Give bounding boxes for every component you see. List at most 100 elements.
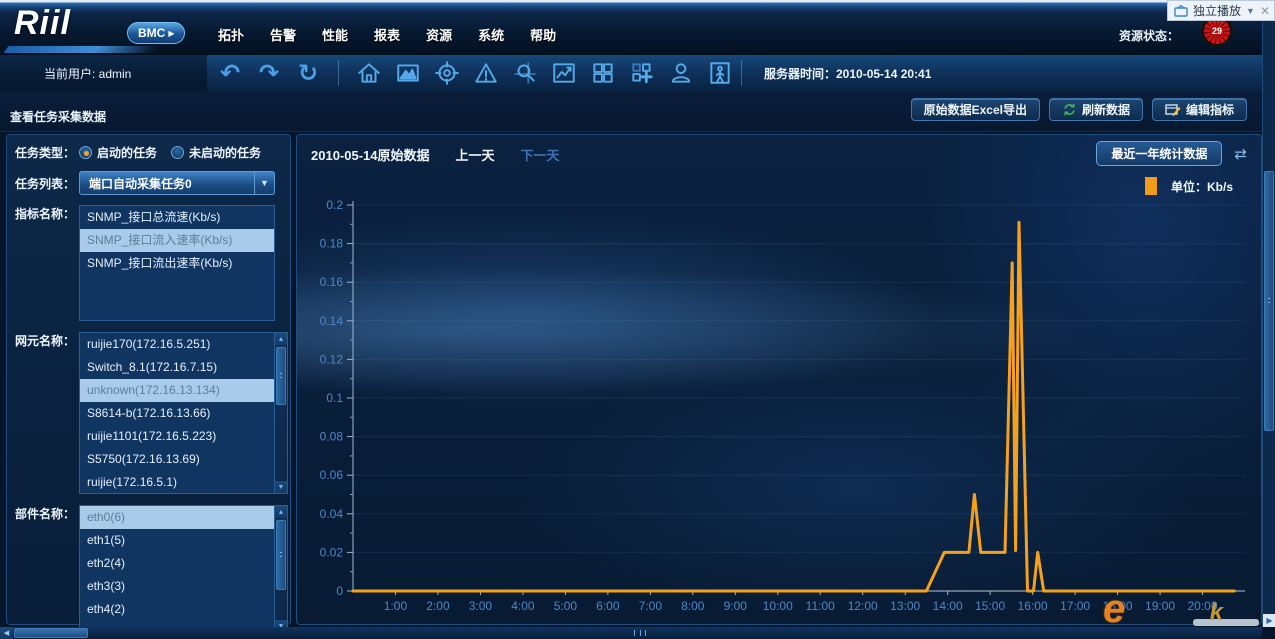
player-caret-icon[interactable]: ▼ xyxy=(1246,6,1255,16)
metric-listbox: SNMP_接口总流速(Kb/s)SNMP_接口流入速率(Kb/s)SNMP_接口… xyxy=(80,206,274,320)
list-item[interactable]: eth3(3) xyxy=(80,575,274,598)
list-item[interactable]: eth4(2) xyxy=(80,598,274,621)
user-icon[interactable] xyxy=(666,59,696,87)
edit-icon xyxy=(1165,103,1181,117)
header: Riil BMC ▶ 拓扑告警性能报表资源系统帮助 资源状态： 29 xyxy=(0,12,1275,55)
element-list-scrollbar: ▲ ▼ xyxy=(274,333,287,493)
scrollbar-thumb[interactable] xyxy=(1264,171,1274,431)
svg-text:0: 0 xyxy=(336,584,343,598)
scroll-left-icon[interactable]: ◀ xyxy=(0,627,13,639)
task-list-dropdown[interactable]: 端口自动采集任务0 ▼ xyxy=(79,171,275,195)
edit-metric-button[interactable]: 编辑指标 xyxy=(1152,98,1247,121)
svg-text:16:00: 16:00 xyxy=(1018,599,1048,613)
alarm-icon[interactable] xyxy=(471,59,501,87)
scroll-up-icon[interactable]: ▲ xyxy=(275,506,287,518)
scroll-up-icon[interactable]: ▲ xyxy=(275,333,287,345)
player-label: 独立播放 xyxy=(1193,2,1241,19)
list-item[interactable]: eth0(6) xyxy=(80,506,274,529)
export-excel-button[interactable]: 原始数据Excel导出 xyxy=(911,98,1040,121)
logo-swoosh xyxy=(4,46,159,53)
element-listbox: ruijie170(172.16.5.251)Switch_8.1(172.16… xyxy=(80,333,274,493)
svg-text:13:00: 13:00 xyxy=(890,599,920,613)
list-item[interactable]: eth2(4) xyxy=(80,552,274,575)
radio-started-tasks[interactable]: 启动的任务 xyxy=(79,144,157,161)
chart-panel: 2010-05-14原始数据 上一天 下一天 最近一年统计数据 ⇄ 单位：Kb/… xyxy=(296,134,1262,625)
refresh-data-button[interactable]: 刷新数据 xyxy=(1049,98,1143,121)
svg-text:17:00: 17:00 xyxy=(1060,599,1090,613)
menu-item-5[interactable]: 资源 xyxy=(426,25,452,44)
menu-item-1[interactable]: 拓扑 xyxy=(218,25,244,44)
target-icon[interactable] xyxy=(432,59,462,87)
list-item[interactable]: SNMP_接口流入速率(Kb/s) xyxy=(80,229,274,252)
exit-icon[interactable] xyxy=(705,59,735,87)
main-menu: 拓扑 告警 性能 报表 资源 系统 帮助 xyxy=(218,25,556,44)
chart-title: 2010-05-14原始数据 xyxy=(311,145,430,164)
floating-player[interactable]: 独立播放 ▼ ✕ xyxy=(1167,0,1275,21)
svg-text:0.06: 0.06 xyxy=(320,468,344,482)
component-label: 部件名称： xyxy=(15,505,79,522)
svg-text:0.16: 0.16 xyxy=(320,275,344,289)
next-day-link[interactable]: 下一天 xyxy=(521,145,560,164)
menu-item-6[interactable]: 系统 xyxy=(478,25,504,44)
horizontal-scrollbar[interactable]: ◀ xyxy=(0,627,1262,639)
svg-text:0.2: 0.2 xyxy=(326,198,343,212)
scrollbar-thumb[interactable] xyxy=(276,520,286,590)
svg-text:11:00: 11:00 xyxy=(806,599,835,613)
scroll-right-icon[interactable]: ▶ xyxy=(1263,614,1275,627)
line-chart[interactable]: 00.020.040.060.080.10.120.140.160.180.21… xyxy=(301,191,1257,621)
svg-text:12:00: 12:00 xyxy=(848,599,878,613)
radio-unstarted-tasks[interactable]: 未启动的任务 xyxy=(171,144,261,161)
svg-text:0.04: 0.04 xyxy=(320,507,344,521)
scroll-down-icon[interactable]: ▼ xyxy=(275,481,287,493)
list-item[interactable]: ruijie(172.16.5.1) xyxy=(80,471,274,493)
toolbar-separator xyxy=(741,60,742,86)
home-icon[interactable] xyxy=(354,59,384,87)
list-item[interactable]: S8614-b(172.16.13.66) xyxy=(80,402,274,425)
redo-icon[interactable]: ↷ xyxy=(254,59,284,87)
task-list-value: 端口自动采集任务0 xyxy=(80,175,254,192)
svg-text:0.18: 0.18 xyxy=(320,237,344,251)
list-item[interactable]: SNMP_接口流出速率(Kb/s) xyxy=(80,252,274,275)
vertical-scrollbar[interactable]: ▶ xyxy=(1262,21,1275,627)
list-item[interactable]: Switch_8.1(172.16.7.15) xyxy=(80,356,274,379)
svg-text:1:00: 1:00 xyxy=(384,599,408,613)
refresh-icon[interactable]: ↻ xyxy=(293,59,323,87)
player-close-icon[interactable]: ✕ xyxy=(1260,4,1270,18)
component-listbox: eth0(6)eth1(5)eth2(4)eth3(3)eth4(2)lo0(1… xyxy=(80,506,274,632)
scrollbar-thumb[interactable] xyxy=(276,347,286,405)
toolbar-icons: ↶ ↷ ↻ xyxy=(207,59,735,87)
list-item[interactable]: SNMP_接口总流速(Kb/s) xyxy=(80,206,274,229)
list-item[interactable]: unknown(172.16.13.134) xyxy=(80,379,274,402)
menu-item-2[interactable]: 告警 xyxy=(270,25,296,44)
list-item[interactable]: S5750(172.16.13.69) xyxy=(80,448,274,471)
list-item[interactable]: eth1(5) xyxy=(80,529,274,552)
grid-icon[interactable] xyxy=(588,59,618,87)
svg-text:6:00: 6:00 xyxy=(596,599,620,613)
svg-text:20:00: 20:00 xyxy=(1188,599,1218,613)
grid-add-icon[interactable] xyxy=(627,59,657,87)
bmc-tab[interactable]: BMC ▶ xyxy=(127,22,185,44)
menu-item-7[interactable]: 帮助 xyxy=(530,25,556,44)
svg-text:14:00: 14:00 xyxy=(933,599,963,613)
page-header: 查看任务采集数据 原始数据Excel导出 刷新数据 编辑指标 xyxy=(0,91,1275,132)
swap-icon[interactable]: ⇄ xyxy=(1234,145,1247,163)
menu-item-4[interactable]: 报表 xyxy=(374,25,400,44)
undo-icon[interactable]: ↶ xyxy=(215,59,245,87)
bmc-caret-icon: ▶ xyxy=(168,29,174,38)
chart-icon[interactable] xyxy=(549,59,579,87)
menu-item-3[interactable]: 性能 xyxy=(322,25,348,44)
year-stats-button[interactable]: 最近一年统计数据 xyxy=(1096,141,1222,166)
element-label: 网元名称： xyxy=(15,332,79,349)
list-item[interactable]: ruijie170(172.16.5.251) xyxy=(80,333,274,356)
image-icon[interactable] xyxy=(393,59,423,87)
prev-day-link[interactable]: 上一天 xyxy=(456,145,495,164)
scrollbar-thumb[interactable] xyxy=(14,628,88,638)
search-grid-icon[interactable] xyxy=(510,59,540,87)
chevron-down-icon[interactable]: ▼ xyxy=(254,172,274,194)
svg-text:15:00: 15:00 xyxy=(975,599,1005,613)
list-item[interactable]: ruijie1101(172.16.5.223) xyxy=(80,425,274,448)
task-type-radios: 启动的任务 未启动的任务 xyxy=(79,144,261,161)
svg-text:0.08: 0.08 xyxy=(320,430,344,444)
server-time-label: 服务器时间：2010-05-14 20:41 xyxy=(748,65,931,82)
svg-text:2:00: 2:00 xyxy=(426,599,450,613)
